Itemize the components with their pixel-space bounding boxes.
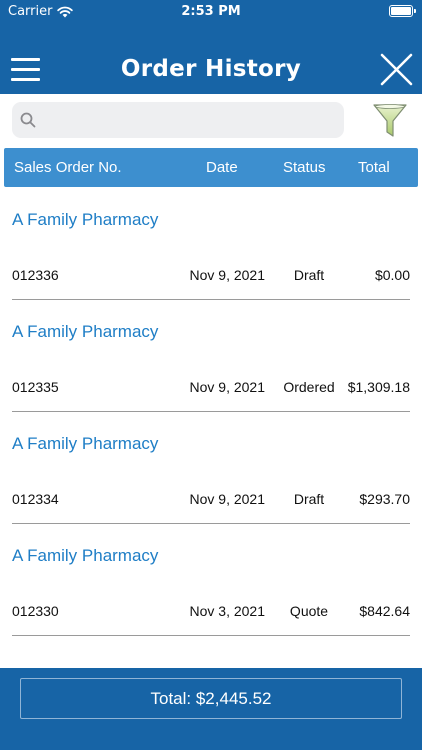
order-date: Nov 3, 2021 xyxy=(189,603,266,619)
order-item[interactable]: A Family Pharmacy 012334 Nov 9, 2021 Dra… xyxy=(0,411,422,524)
search-bar[interactable] xyxy=(12,102,344,138)
order-row: 012336 Nov 9, 2021 Draft $0.00 xyxy=(0,267,422,287)
search-icon xyxy=(20,112,36,128)
order-item[interactable]: A Family Pharmacy 012335 Nov 9, 2021 Ord… xyxy=(0,299,422,412)
top-bar: Carrier 2:53 PM Order History xyxy=(0,0,422,94)
order-item[interactable]: A Family Pharmacy 012336 Nov 9, 2021 Dra… xyxy=(0,187,422,300)
order-row: 012330 Nov 3, 2021 Quote $842.64 xyxy=(0,603,422,623)
header-status: Status xyxy=(283,159,326,176)
customer-link[interactable]: A Family Pharmacy xyxy=(12,546,158,566)
order-number: 012335 xyxy=(12,379,59,395)
table-header: Sales Order No. Date Status Total xyxy=(4,148,418,187)
header-total: Total xyxy=(358,159,390,176)
filter-funnel-icon[interactable] xyxy=(373,103,407,139)
order-total: $293.70 xyxy=(359,491,410,507)
order-list: A Family Pharmacy 012336 Nov 9, 2021 Dra… xyxy=(0,187,422,636)
order-row: 012334 Nov 9, 2021 Draft $293.70 xyxy=(0,491,422,511)
search-input[interactable] xyxy=(44,102,334,138)
header-order-no: Sales Order No. xyxy=(14,159,122,176)
order-date: Nov 9, 2021 xyxy=(189,267,266,283)
page-title: Order History xyxy=(120,56,302,82)
order-total: $0.00 xyxy=(374,267,410,283)
close-icon[interactable] xyxy=(380,53,413,86)
order-row: 012335 Nov 9, 2021 Ordered $1,309.18 xyxy=(0,379,422,399)
nav-bar: Order History xyxy=(0,40,422,94)
battery-icon xyxy=(389,5,416,17)
header-date: Date xyxy=(206,159,238,176)
order-status: Draft xyxy=(293,491,325,507)
customer-link[interactable]: A Family Pharmacy xyxy=(12,434,158,454)
customer-link[interactable]: A Family Pharmacy xyxy=(12,322,158,342)
order-status: Quote xyxy=(289,603,329,619)
order-item[interactable]: A Family Pharmacy 012330 Nov 3, 2021 Quo… xyxy=(0,523,422,636)
footer-bar: Total: $2,445.52 xyxy=(0,668,422,750)
divider xyxy=(12,635,410,636)
status-bar: Carrier 2:53 PM xyxy=(0,0,422,24)
total-button[interactable]: Total: $2,445.52 xyxy=(20,678,402,719)
order-number: 012336 xyxy=(12,267,59,283)
order-date: Nov 9, 2021 xyxy=(189,379,266,395)
search-row xyxy=(0,94,422,146)
order-date: Nov 9, 2021 xyxy=(189,491,266,507)
order-status: Draft xyxy=(293,267,325,283)
order-total: $1,309.18 xyxy=(347,379,410,395)
status-time: 2:53 PM xyxy=(181,4,241,19)
customer-link[interactable]: A Family Pharmacy xyxy=(12,210,158,230)
order-total: $842.64 xyxy=(359,603,410,619)
order-status: Ordered xyxy=(283,379,335,395)
order-number: 012330 xyxy=(12,603,59,619)
order-number: 012334 xyxy=(12,491,59,507)
